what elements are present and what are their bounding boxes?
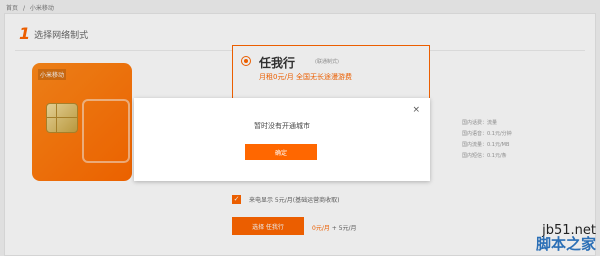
watermark: jb51.net 脚本之家 <box>536 224 596 252</box>
alert-dialog: × 暂时没有开通城市 确定 <box>134 98 430 181</box>
close-icon[interactable]: × <box>412 105 420 115</box>
confirm-button[interactable]: 确定 <box>245 144 317 160</box>
dialog-message: 暂时没有开通城市 <box>254 122 310 130</box>
watermark-name: 脚本之家 <box>535 235 596 253</box>
